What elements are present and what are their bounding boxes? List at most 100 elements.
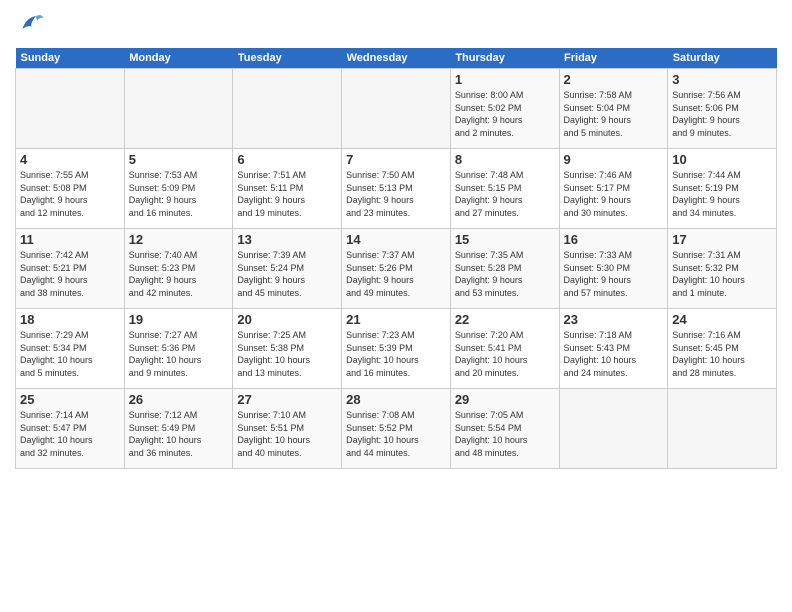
day-number: 11: [20, 232, 120, 247]
calendar-cell: 2Sunrise: 7:58 AM Sunset: 5:04 PM Daylig…: [559, 69, 668, 149]
day-info: Sunrise: 7:39 AM Sunset: 5:24 PM Dayligh…: [237, 249, 337, 299]
calendar-cell: 10 Sunrise: 7:44 AM Sunset: 5:19 PM Dayli…: [668, 149, 777, 229]
calendar-cell: 17 Sunrise: 7:31 AM Sunset: 5:32 PM Dayli…: [668, 229, 777, 309]
calendar-cell: 21 Sunrise: 7:23 AM Sunset: 5:39 PM Dayli…: [342, 309, 451, 389]
day-number: 12: [129, 232, 229, 247]
header-friday: Friday: [559, 48, 668, 69]
day-number: 17: [672, 232, 772, 247]
day-info: Sunrise: 7:56 AM Sunset: 5:06 PM Dayligh…: [672, 89, 772, 139]
day-number: 27: [237, 392, 337, 407]
main-container: Sunday Monday Tuesday Wednesday Thursday…: [0, 0, 792, 474]
day-number: 4: [20, 152, 120, 167]
day-number: 8: [455, 152, 555, 167]
calendar-cell: [342, 69, 451, 149]
day-info: Sunrise: 7:42 AM Sunset: 5:21 PM Dayligh…: [20, 249, 120, 299]
header-sunday: Sunday: [16, 48, 125, 69]
calendar-cell: 1 Sunrise: 8:00 AM Sunset: 5:02 PM Daylig…: [450, 69, 559, 149]
day-info: Sunrise: 7:23 AM Sunset: 5:39 PM Dayligh…: [346, 329, 446, 379]
calendar-cell: 18 Sunrise: 7:29 AM Sunset: 5:34 PM Dayli…: [16, 309, 125, 389]
day-number: 26: [129, 392, 229, 407]
calendar-cell: 24 Sunrise: 7:16 AM Sunset: 5:45 PM Dayli…: [668, 309, 777, 389]
day-info: Sunrise: 7:14 AM Sunset: 5:47 PM Dayligh…: [20, 409, 120, 459]
header-tuesday: Tuesday: [233, 48, 342, 69]
day-number: 14: [346, 232, 446, 247]
header-saturday: Saturday: [668, 48, 777, 69]
calendar-week-1: 1 Sunrise: 8:00 AM Sunset: 5:02 PM Daylig…: [16, 69, 777, 149]
day-number: 25: [20, 392, 120, 407]
day-number: 28: [346, 392, 446, 407]
calendar-cell: 23 Sunrise: 7:18 AM Sunset: 5:43 PM Dayli…: [559, 309, 668, 389]
calendar-cell: 12Sunrise: 7:40 AM Sunset: 5:23 PM Dayli…: [124, 229, 233, 309]
day-info: Sunrise: 7:37 AM Sunset: 5:26 PM Dayligh…: [346, 249, 446, 299]
day-info: Sunrise: 7:05 AM Sunset: 5:54 PM Dayligh…: [455, 409, 555, 459]
calendar-cell: 15 Sunrise: 7:35 AM Sunset: 5:28 PM Dayli…: [450, 229, 559, 309]
day-info: Sunrise: 7:48 AM Sunset: 5:15 PM Dayligh…: [455, 169, 555, 219]
header-row: Sunday Monday Tuesday Wednesday Thursday…: [16, 48, 777, 69]
calendar-cell: [668, 389, 777, 469]
day-number: 6: [237, 152, 337, 167]
header: [15, 10, 777, 40]
day-info: Sunrise: 7:46 AM Sunset: 5:17 PM Dayligh…: [564, 169, 664, 219]
calendar-cell: 25 Sunrise: 7:14 AM Sunset: 5:47 PM Dayli…: [16, 389, 125, 469]
calendar-cell: [124, 69, 233, 149]
calendar-cell: 20Sunrise: 7:25 AM Sunset: 5:38 PM Dayli…: [233, 309, 342, 389]
calendar-cell: 6 Sunrise: 7:51 AM Sunset: 5:11 PM Daylig…: [233, 149, 342, 229]
calendar-week-5: 25 Sunrise: 7:14 AM Sunset: 5:47 PM Dayli…: [16, 389, 777, 469]
day-number: 23: [564, 312, 664, 327]
day-info: Sunrise: 8:00 AM Sunset: 5:02 PM Dayligh…: [455, 89, 555, 139]
day-number: 22: [455, 312, 555, 327]
calendar-cell: 19 Sunrise: 7:27 AM Sunset: 5:36 PM Dayli…: [124, 309, 233, 389]
calendar-week-4: 18 Sunrise: 7:29 AM Sunset: 5:34 PM Dayli…: [16, 309, 777, 389]
calendar-cell: 8 Sunrise: 7:48 AM Sunset: 5:15 PM Daylig…: [450, 149, 559, 229]
day-info: Sunrise: 7:08 AM Sunset: 5:52 PM Dayligh…: [346, 409, 446, 459]
day-number: 10: [672, 152, 772, 167]
day-number: 7: [346, 152, 446, 167]
calendar-cell: 29 Sunrise: 7:05 AM Sunset: 5:54 PM Dayli…: [450, 389, 559, 469]
day-number: 3: [672, 72, 772, 87]
calendar-week-2: 4 Sunrise: 7:55 AM Sunset: 5:08 PM Daylig…: [16, 149, 777, 229]
calendar-cell: 16Sunrise: 7:33 AM Sunset: 5:30 PM Dayli…: [559, 229, 668, 309]
day-info: Sunrise: 7:10 AM Sunset: 5:51 PM Dayligh…: [237, 409, 337, 459]
header-wednesday: Wednesday: [342, 48, 451, 69]
day-info: Sunrise: 7:58 AM Sunset: 5:04 PM Dayligh…: [564, 89, 664, 139]
day-info: Sunrise: 7:50 AM Sunset: 5:13 PM Dayligh…: [346, 169, 446, 219]
day-info: Sunrise: 7:27 AM Sunset: 5:36 PM Dayligh…: [129, 329, 229, 379]
calendar-cell: 7 Sunrise: 7:50 AM Sunset: 5:13 PM Daylig…: [342, 149, 451, 229]
day-info: Sunrise: 7:44 AM Sunset: 5:19 PM Dayligh…: [672, 169, 772, 219]
calendar-cell: 26Sunrise: 7:12 AM Sunset: 5:49 PM Dayli…: [124, 389, 233, 469]
day-number: 9: [564, 152, 664, 167]
calendar-week-3: 11 Sunrise: 7:42 AM Sunset: 5:21 PM Dayli…: [16, 229, 777, 309]
calendar-cell: 13 Sunrise: 7:39 AM Sunset: 5:24 PM Dayli…: [233, 229, 342, 309]
calendar-cell: 9 Sunrise: 7:46 AM Sunset: 5:17 PM Daylig…: [559, 149, 668, 229]
day-number: 13: [237, 232, 337, 247]
calendar-table: Sunday Monday Tuesday Wednesday Thursday…: [15, 48, 777, 469]
logo: [15, 10, 49, 40]
day-info: Sunrise: 7:18 AM Sunset: 5:43 PM Dayligh…: [564, 329, 664, 379]
day-number: 19: [129, 312, 229, 327]
day-number: 1: [455, 72, 555, 87]
day-info: Sunrise: 7:31 AM Sunset: 5:32 PM Dayligh…: [672, 249, 772, 299]
calendar-cell: [16, 69, 125, 149]
header-thursday: Thursday: [450, 48, 559, 69]
day-info: Sunrise: 7:53 AM Sunset: 5:09 PM Dayligh…: [129, 169, 229, 219]
day-info: Sunrise: 7:29 AM Sunset: 5:34 PM Dayligh…: [20, 329, 120, 379]
logo-icon: [15, 10, 45, 40]
day-info: Sunrise: 7:20 AM Sunset: 5:41 PM Dayligh…: [455, 329, 555, 379]
calendar-cell: 14 Sunrise: 7:37 AM Sunset: 5:26 PM Dayli…: [342, 229, 451, 309]
day-number: 16: [564, 232, 664, 247]
day-number: 29: [455, 392, 555, 407]
calendar-cell: [559, 389, 668, 469]
day-info: Sunrise: 7:25 AM Sunset: 5:38 PM Dayligh…: [237, 329, 337, 379]
day-number: 21: [346, 312, 446, 327]
day-info: Sunrise: 7:55 AM Sunset: 5:08 PM Dayligh…: [20, 169, 120, 219]
calendar-cell: 27 Sunrise: 7:10 AM Sunset: 5:51 PM Dayli…: [233, 389, 342, 469]
day-info: Sunrise: 7:51 AM Sunset: 5:11 PM Dayligh…: [237, 169, 337, 219]
day-number: 5: [129, 152, 229, 167]
day-number: 24: [672, 312, 772, 327]
header-monday: Monday: [124, 48, 233, 69]
day-info: Sunrise: 7:16 AM Sunset: 5:45 PM Dayligh…: [672, 329, 772, 379]
calendar-cell: 4 Sunrise: 7:55 AM Sunset: 5:08 PM Daylig…: [16, 149, 125, 229]
day-number: 18: [20, 312, 120, 327]
day-info: Sunrise: 7:35 AM Sunset: 5:28 PM Dayligh…: [455, 249, 555, 299]
day-number: 15: [455, 232, 555, 247]
